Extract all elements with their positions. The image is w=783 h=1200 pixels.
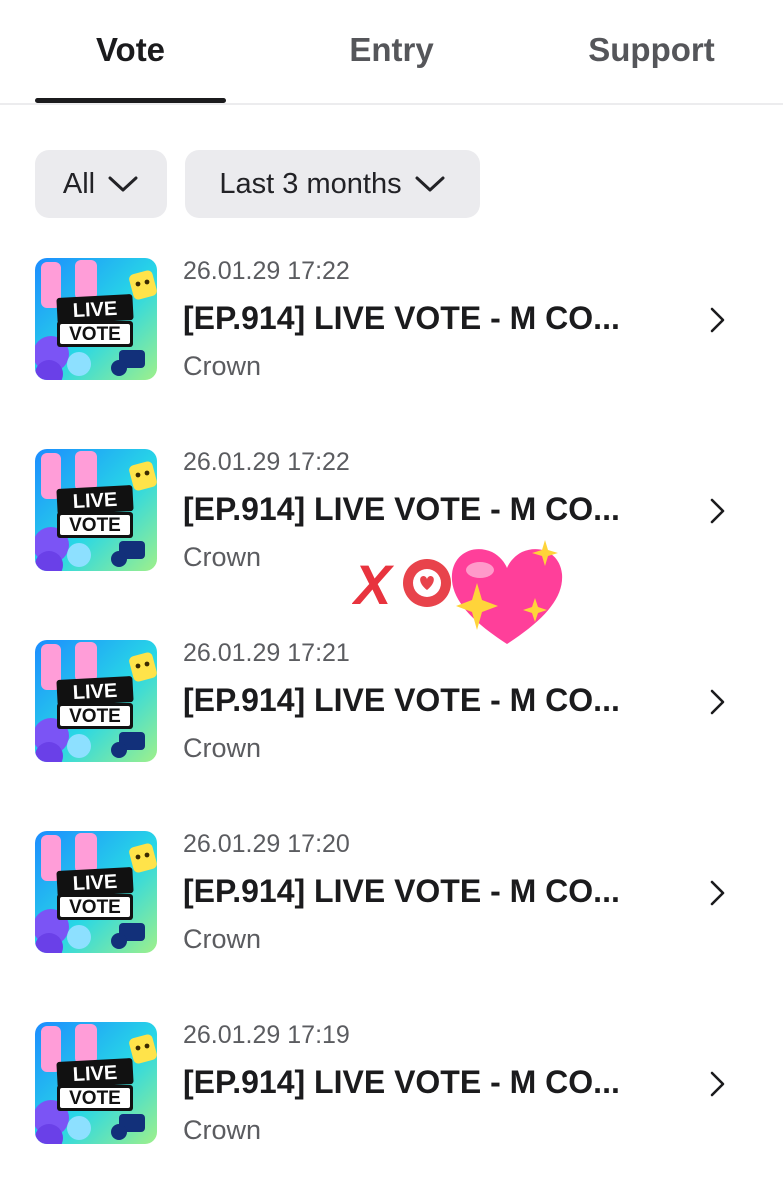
thumbnail-vote-text: VOTE bbox=[69, 324, 121, 345]
sparkling-heart-icon bbox=[451, 540, 563, 644]
vote-date: 26.01.29 17:22 bbox=[183, 448, 350, 476]
live-vote-thumbnail-art: LIVE VOTE bbox=[35, 1022, 157, 1144]
vote-subtitle: Crown bbox=[183, 924, 262, 954]
live-vote-thumbnail-art: LIVE VOTE bbox=[35, 831, 157, 953]
live-vote-thumbnail: LIVE VOTE bbox=[35, 831, 157, 953]
vote-date: 26.01.29 17:21 bbox=[183, 639, 350, 667]
live-vote-thumbnail: LIVE VOTE bbox=[35, 640, 157, 762]
vote-date: 26.01.29 17:20 bbox=[183, 830, 350, 858]
sticker-x-letter: X bbox=[352, 553, 395, 616]
thumbnail-vote-text: VOTE bbox=[69, 706, 121, 727]
thumbnail-live-text: LIVE bbox=[72, 298, 118, 322]
vote-subtitle: Crown bbox=[183, 1115, 262, 1145]
tab-entry[interactable]: Entry bbox=[296, 28, 487, 72]
chevron-right-icon[interactable] bbox=[706, 306, 728, 334]
period-filter-label: Last 3 months bbox=[219, 167, 402, 200]
type-filter-label: All bbox=[62, 167, 96, 200]
chevron-right-icon[interactable] bbox=[706, 688, 728, 716]
live-vote-thumbnail: LIVE VOTE bbox=[35, 449, 157, 571]
vote-title: [EP.914] LIVE VOTE - M CO... bbox=[183, 1064, 620, 1100]
sticker-overlay: X bbox=[352, 538, 567, 648]
thumbnail-vote-text: VOTE bbox=[69, 1088, 121, 1109]
tab-bar: Vote Entry Support bbox=[0, 0, 783, 105]
live-vote-thumbnail: LIVE VOTE bbox=[35, 1022, 157, 1144]
thumbnail-vote-text: VOTE bbox=[69, 897, 121, 918]
vote-date: 26.01.29 17:22 bbox=[183, 257, 350, 285]
live-vote-thumbnail-art: LIVE VOTE bbox=[35, 449, 157, 571]
tab-vote[interactable]: Vote bbox=[35, 28, 226, 72]
chevron-right-icon[interactable] bbox=[706, 879, 728, 907]
tab-support[interactable]: Support bbox=[556, 28, 747, 72]
chevron-right-icon[interactable] bbox=[706, 1070, 728, 1098]
type-filter-dropdown[interactable]: All bbox=[35, 150, 167, 218]
sticker-graphic: X bbox=[352, 540, 563, 644]
heart-badge-icon bbox=[403, 559, 451, 607]
vote-history-page: Vote Entry Support All Last 3 months LIV… bbox=[0, 0, 783, 1200]
vote-title: [EP.914] LIVE VOTE - M CO... bbox=[183, 491, 620, 527]
live-vote-thumbnail: LIVE VOTE bbox=[35, 258, 157, 380]
vote-history-row[interactable]: LIVE VOTE 26.01.29 17:20 [EP.914] LIVE V… bbox=[0, 830, 783, 961]
live-vote-thumbnail-art: LIVE VOTE bbox=[35, 640, 157, 762]
thumbnail-live-text: LIVE bbox=[72, 489, 118, 513]
vote-history-row[interactable]: LIVE VOTE 26.01.29 17:19 [EP.914] LIVE V… bbox=[0, 1021, 783, 1152]
vote-subtitle: Crown bbox=[183, 733, 262, 763]
chevron-right-icon[interactable] bbox=[706, 497, 728, 525]
vote-subtitle: Crown bbox=[183, 351, 262, 381]
vote-date: 26.01.29 17:19 bbox=[183, 1021, 350, 1049]
vote-title: [EP.914] LIVE VOTE - M CO... bbox=[183, 682, 620, 718]
vote-title: [EP.914] LIVE VOTE - M CO... bbox=[183, 300, 620, 336]
vote-history-row[interactable]: LIVE VOTE 26.01.29 17:21 [EP.914] LIVE V… bbox=[0, 639, 783, 770]
vote-title: [EP.914] LIVE VOTE - M CO... bbox=[183, 873, 620, 909]
vote-history-row[interactable]: LIVE VOTE 26.01.29 17:22 [EP.914] LIVE V… bbox=[0, 257, 783, 388]
thumbnail-live-text: LIVE bbox=[72, 1062, 118, 1086]
chevron-down-icon bbox=[108, 176, 138, 192]
chevron-down-icon bbox=[415, 176, 445, 192]
live-vote-thumbnail-art: LIVE VOTE bbox=[35, 258, 157, 380]
thumbnail-live-text: LIVE bbox=[72, 680, 118, 704]
period-filter-dropdown[interactable]: Last 3 months bbox=[185, 150, 480, 218]
active-tab-indicator bbox=[35, 98, 226, 103]
vote-subtitle: Crown bbox=[183, 542, 262, 572]
thumbnail-vote-text: VOTE bbox=[69, 515, 121, 536]
thumbnail-live-text: LIVE bbox=[72, 871, 118, 895]
